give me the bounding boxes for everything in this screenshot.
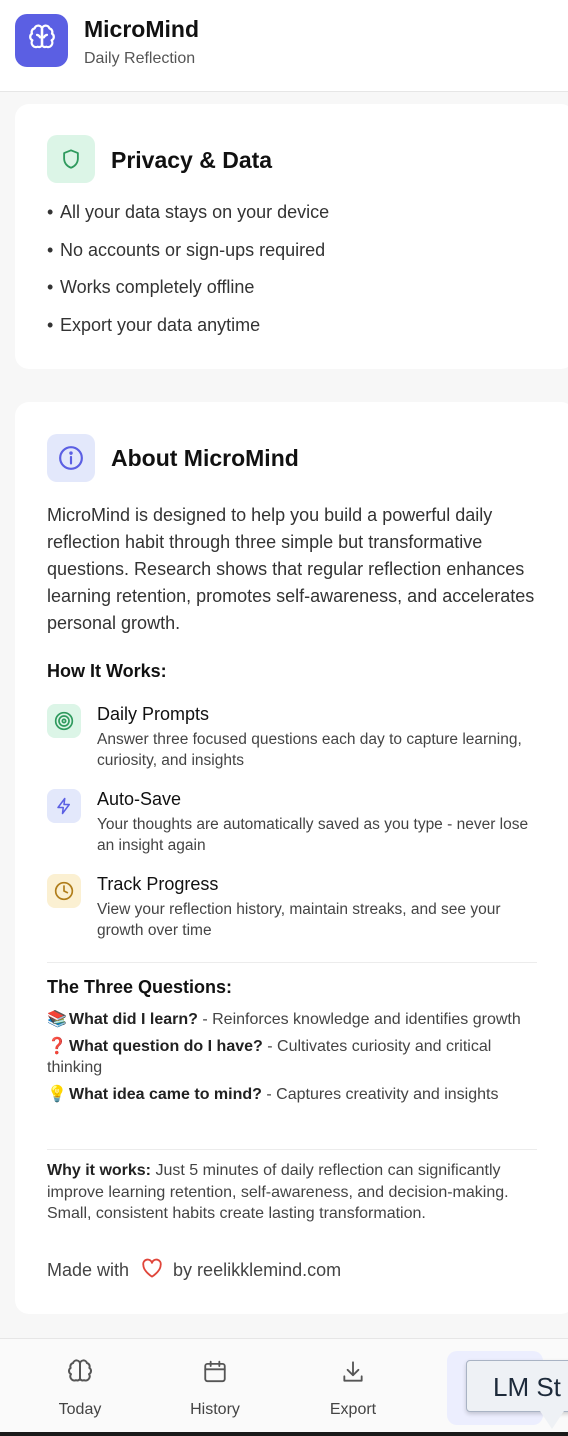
feature-title: Track Progress bbox=[97, 874, 219, 894]
feature-track-progress: Track Progress View your reflection hist… bbox=[47, 874, 547, 944]
made-with-footer: Made with by reelikklemind.com bbox=[47, 1258, 341, 1283]
list-item: 💡 What idea came to mind? - Captures crea… bbox=[47, 1086, 499, 1103]
brain-icon bbox=[35, 1357, 125, 1387]
feature-description: Your thoughts are automatically saved as… bbox=[97, 816, 529, 854]
app-logo bbox=[15, 14, 68, 67]
info-icon bbox=[47, 434, 95, 482]
tooltip: LM St bbox=[466, 1360, 568, 1412]
feature-description: View your reflection history, maintain s… bbox=[97, 901, 501, 939]
question-mark-icon: ❓ bbox=[47, 1038, 67, 1055]
nav-item-today[interactable]: Today bbox=[35, 1357, 125, 1419]
shield-icon bbox=[47, 135, 95, 183]
app-title: MicroMind bbox=[84, 16, 199, 42]
author-link[interactable]: by reelikklemind.com bbox=[173, 1260, 341, 1281]
list-item: 📚 What did I learn? - Reinforces knowledg… bbox=[47, 1011, 521, 1028]
privacy-title: Privacy & Data bbox=[111, 147, 273, 173]
questions-list: 📚 What did I learn? - Reinforces knowledg… bbox=[47, 1009, 537, 1111]
feature-description: Answer three focused questions each day … bbox=[97, 731, 522, 769]
list-item: ❓ What question do I have? - Cultivates c… bbox=[47, 1038, 492, 1076]
bottom-edge bbox=[0, 1432, 568, 1436]
light-bulb-icon: 💡 bbox=[47, 1086, 67, 1103]
nav-label: Export bbox=[329, 1401, 377, 1418]
app-subtitle: Daily Reflection bbox=[84, 50, 196, 67]
divider bbox=[47, 1149, 537, 1150]
about-title: About MicroMind bbox=[111, 445, 299, 471]
list-item: • Works completely offline bbox=[47, 277, 255, 297]
feature-title: Auto-Save bbox=[97, 789, 182, 809]
list-item: • All your data stays on your device bbox=[47, 202, 330, 222]
list-item: • No accounts or sign-ups required bbox=[47, 239, 326, 260]
how-it-works-heading: How It Works: bbox=[47, 661, 167, 681]
nav-item-export[interactable]: Export bbox=[308, 1357, 398, 1419]
brain-icon bbox=[27, 23, 57, 58]
three-questions-heading: The Three Questions: bbox=[47, 977, 233, 997]
lightning-icon bbox=[47, 789, 81, 823]
privacy-card: Privacy & Data • All your data stays on y… bbox=[15, 104, 568, 369]
about-description: MicroMind is designed to help you build … bbox=[47, 505, 535, 633]
heart-icon bbox=[141, 1258, 163, 1283]
app-header: MicroMind Daily Reflection bbox=[0, 0, 568, 92]
about-card: About MicroMind MicroMind is designed to… bbox=[15, 402, 568, 1314]
feature-auto-save: Auto-Save Your thoughts are automaticall… bbox=[47, 789, 547, 859]
nav-item-history[interactable]: History bbox=[170, 1357, 260, 1419]
calendar-icon bbox=[170, 1357, 260, 1387]
list-item: • Export your data anytime bbox=[47, 314, 261, 335]
download-icon bbox=[308, 1357, 398, 1387]
privacy-list: • All your data stays on your device • No … bbox=[47, 200, 329, 350]
clock-icon bbox=[47, 874, 81, 908]
why-it-works: Why it works: Just 5 minutes of daily re… bbox=[47, 1162, 509, 1222]
divider bbox=[47, 962, 537, 963]
feature-daily-prompts: Daily Prompts Answer three focused quest… bbox=[47, 704, 547, 774]
target-icon bbox=[47, 704, 81, 738]
feature-title: Daily Prompts bbox=[97, 704, 210, 724]
tooltip-tail bbox=[540, 1411, 564, 1429]
books-icon: 📚 bbox=[47, 1011, 67, 1028]
nav-label: Today bbox=[58, 1401, 102, 1418]
nav-label: History bbox=[190, 1401, 240, 1418]
